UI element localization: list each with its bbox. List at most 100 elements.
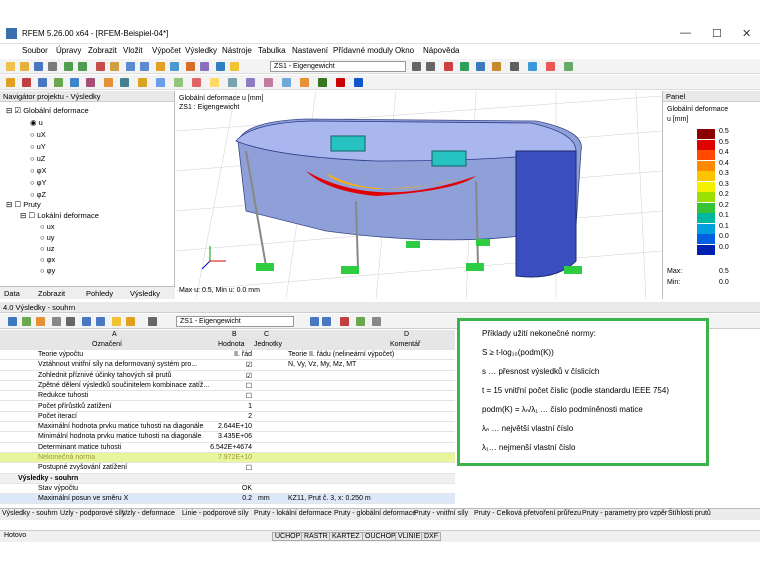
- filter-icon[interactable]: [36, 317, 45, 326]
- zoom-icon[interactable]: [528, 62, 537, 71]
- menu-results[interactable]: Výsledky: [185, 46, 217, 55]
- table-icon[interactable]: [8, 317, 17, 326]
- info-icon[interactable]: [354, 78, 363, 87]
- table-row[interactable]: Postupné zvyšování zatížení ☐: [0, 463, 455, 474]
- prev-case-icon[interactable]: [310, 317, 319, 326]
- deform-icon[interactable]: [444, 62, 453, 71]
- select-icon[interactable]: [6, 78, 15, 87]
- section-icon[interactable]: [476, 62, 485, 71]
- tab-member-forces[interactable]: Pruty - vnitřní síly: [414, 510, 468, 517]
- node-icon[interactable]: [22, 78, 31, 87]
- table-row[interactable]: Teorie výpočtu II. řád Teorie II. řádu (ne…: [0, 350, 455, 361]
- tree-item[interactable]: ⊟ ☐ Pruty: [6, 200, 41, 209]
- tree-item[interactable]: ○ φY: [30, 178, 47, 187]
- tab-member-global[interactable]: Pruty - globální deformace: [334, 510, 416, 517]
- menu-edit[interactable]: Úpravy: [56, 46, 81, 55]
- member-icon[interactable]: [54, 78, 63, 87]
- tree-item[interactable]: ○ uX: [30, 130, 46, 139]
- menu-help[interactable]: Nápověda: [423, 46, 459, 55]
- copy-icon[interactable]: [210, 78, 219, 87]
- animation-icon[interactable]: [510, 62, 519, 71]
- tree-item[interactable]: ○ uz: [40, 244, 55, 253]
- maximize-button[interactable]: ☐: [712, 27, 722, 40]
- results-loadcase-select[interactable]: ZS1 - Eigengewicht: [176, 316, 294, 327]
- select-icon[interactable]: [126, 317, 135, 326]
- tab-views[interactable]: Pohledy: [86, 289, 113, 298]
- prev-icon[interactable]: [82, 317, 91, 326]
- model-view[interactable]: Globální deformace u [mm] ZS1 : Eigengew…: [176, 91, 662, 299]
- extrude-icon[interactable]: [300, 78, 309, 87]
- menu-settings[interactable]: Nastavení: [292, 46, 328, 55]
- move-icon[interactable]: [174, 78, 183, 87]
- highlight-icon[interactable]: [112, 317, 121, 326]
- loadcase-select[interactable]: ZS1 - Eigengewicht: [270, 61, 406, 72]
- undo-icon[interactable]: [64, 62, 73, 71]
- table-row[interactable]: Minimální hodnota prvku matice tuhosti n…: [0, 432, 455, 443]
- menu-view[interactable]: Zobrazit: [88, 46, 117, 55]
- tab-node-support[interactable]: Uzly - podporové síly: [60, 510, 125, 517]
- redo-icon[interactable]: [78, 62, 87, 71]
- tab-line-support[interactable]: Linie - podporové síly: [182, 510, 249, 517]
- load-icon[interactable]: [156, 62, 165, 71]
- sort-icon[interactable]: [66, 317, 75, 326]
- mirror-icon[interactable]: [228, 78, 237, 87]
- cartesian-button[interactable]: KARTEZ: [329, 532, 363, 541]
- excel-icon[interactable]: [356, 317, 365, 326]
- menu-window[interactable]: Okno: [395, 46, 414, 55]
- tab-member-strain[interactable]: Pruty - Celková přetvoření průřezu: [474, 510, 581, 517]
- table-row[interactable]: Počet iterací 2: [0, 412, 455, 423]
- close-button[interactable]: ✕: [742, 27, 751, 40]
- results-icon[interactable]: [110, 62, 119, 71]
- print-icon[interactable]: [148, 317, 157, 326]
- tab-results[interactable]: Výsledky: [130, 289, 160, 298]
- hinge-icon[interactable]: [120, 78, 129, 87]
- rotate-icon[interactable]: [156, 78, 165, 87]
- color-icon[interactable]: [186, 62, 195, 71]
- tree-item[interactable]: ⊟ ☑ Globální deformace: [6, 106, 89, 115]
- model-icon[interactable]: [126, 62, 135, 71]
- solid-icon[interactable]: [86, 78, 95, 87]
- filter-icon[interactable]: [200, 62, 209, 71]
- print-icon[interactable]: [48, 62, 57, 71]
- graph-icon[interactable]: [340, 317, 349, 326]
- tab-member-buckling[interactable]: Pruty - parametry pro vzpěr: [582, 510, 667, 517]
- table-row[interactable]: Zohlednit příznivé účinky tahových sil p…: [0, 371, 455, 381]
- tree-item[interactable]: ○ ux: [40, 222, 55, 231]
- table-icon[interactable]: [216, 62, 225, 71]
- grid-button[interactable]: RASTR: [301, 532, 331, 541]
- table-row[interactable]: Zpětné dělení výsledků součinitelem komb…: [0, 381, 455, 392]
- surface-icon[interactable]: [70, 78, 79, 87]
- menu-tools[interactable]: Nástroje: [222, 46, 252, 55]
- menu-addons[interactable]: Přídavné moduly: [333, 46, 393, 55]
- dxf-button[interactable]: DXF: [421, 532, 441, 541]
- grid-icon[interactable]: [564, 62, 573, 71]
- tab-node-deform[interactable]: Uzly - deformace: [122, 510, 175, 517]
- next-icon[interactable]: [426, 62, 435, 71]
- axes-icon[interactable]: [546, 62, 555, 71]
- measure-icon[interactable]: [138, 78, 147, 87]
- calculate-icon[interactable]: [96, 62, 105, 71]
- check-icon[interactable]: [336, 78, 345, 87]
- settings-icon[interactable]: [372, 317, 381, 326]
- table-row[interactable]: Maximální hodnota prvku matice tuhosti n…: [0, 422, 455, 433]
- tab-display[interactable]: Zobrazit: [38, 289, 65, 298]
- tree-item[interactable]: ⊟ ☐ Lokální deformace: [20, 211, 99, 220]
- tree-item[interactable]: ○ uY: [30, 142, 46, 151]
- table-row[interactable]: Nekonečná norma 7.972E+10: [0, 453, 455, 464]
- new-icon[interactable]: [6, 62, 15, 71]
- scale-icon[interactable]: [246, 78, 255, 87]
- next-case-icon[interactable]: [322, 317, 331, 326]
- tab-member-local[interactable]: Pruty - lokální deformace: [254, 510, 332, 517]
- tree-item[interactable]: ○ φX: [30, 166, 47, 175]
- highlight-icon[interactable]: [230, 62, 239, 71]
- support-icon[interactable]: [104, 78, 113, 87]
- mesh-icon[interactable]: [318, 78, 327, 87]
- tab-data[interactable]: Data: [4, 289, 20, 298]
- display-icon[interactable]: [140, 62, 149, 71]
- osnap-button[interactable]: OUCHOP: [362, 532, 399, 541]
- tab-slenderness[interactable]: Štíhlosti prutů: [668, 510, 711, 517]
- tree-item[interactable]: ◉ u: [30, 118, 43, 127]
- tab-summary[interactable]: Výsledky - souhrn: [2, 510, 58, 517]
- save-icon[interactable]: [34, 62, 43, 71]
- table-row[interactable]: Počet přírůstků zatížení 1: [0, 402, 455, 412]
